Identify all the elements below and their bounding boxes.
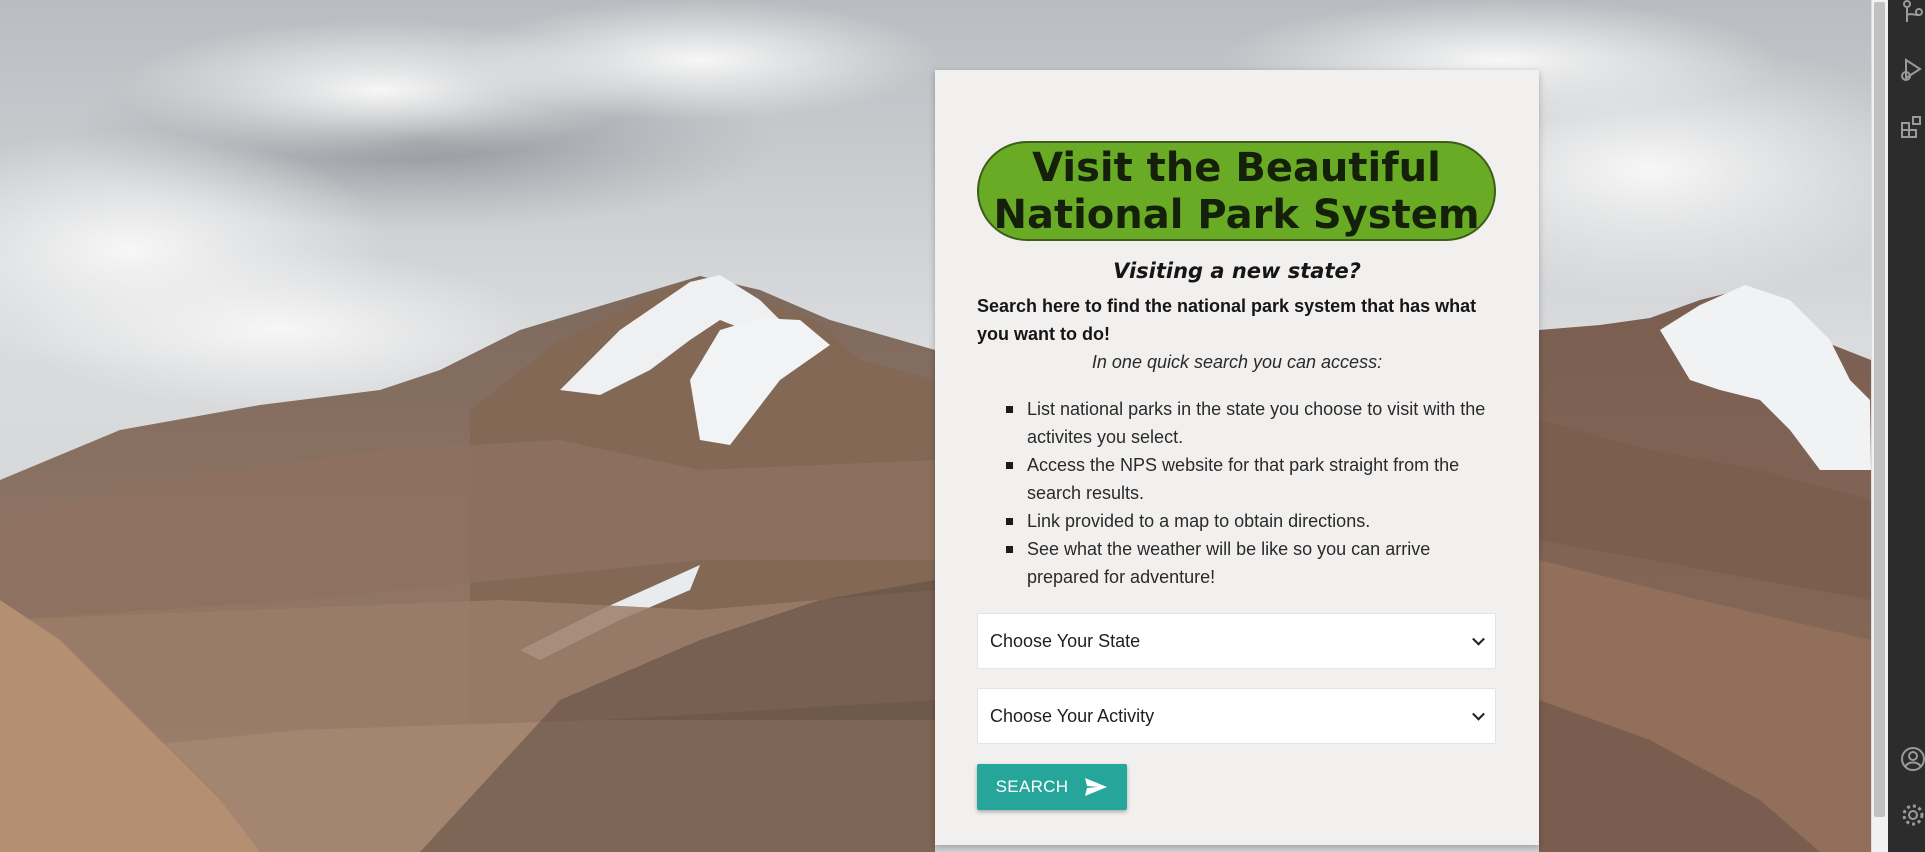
extensions-icon[interactable] [1900, 113, 1925, 139]
page-title: Visit the Beautiful National Park System [977, 141, 1496, 241]
bullet-icon [1006, 406, 1013, 413]
account-icon[interactable] [1900, 746, 1925, 772]
source-control-icon[interactable] [1900, 0, 1925, 26]
bullet-icon [1006, 518, 1013, 525]
list-item: Link provided to a map to obtain directi… [1006, 507, 1487, 535]
subtitle: Visiting a new state? [1113, 259, 1361, 283]
settings-gear-icon[interactable] [1900, 802, 1925, 828]
lead-text: Search here to find the national park sy… [977, 296, 1477, 344]
access-intro: In one quick search you can access: [1091, 352, 1383, 372]
chevron-down-icon [1472, 707, 1485, 721]
list-item: Access the NPS website for that park str… [1006, 451, 1487, 507]
state-select-value: Choose Your State [990, 630, 1141, 651]
title-line-2: National Park System [993, 192, 1480, 238]
title-line-1: Visit the Beautiful [1032, 145, 1441, 191]
page-scrollbar-thumb[interactable] [1874, 2, 1885, 817]
search-card: Visit the Beautiful National Park System… [935, 70, 1539, 845]
list-item: List national parks in the state you cho… [1006, 395, 1487, 451]
activity-select[interactable]: Choose Your Activity [977, 688, 1496, 744]
activity-select-value: Choose Your Activity [990, 705, 1155, 726]
run-debug-icon[interactable] [1900, 56, 1925, 82]
feature-list: List national parks in the state you cho… [977, 395, 1497, 591]
chevron-down-icon [1472, 632, 1485, 646]
list-item: See what the weather will be like so you… [1006, 535, 1487, 591]
search-button-label: SEARCH [995, 777, 1069, 796]
state-select[interactable]: Choose Your State [977, 613, 1496, 669]
send-icon [1085, 778, 1108, 796]
bullet-icon [1006, 546, 1013, 553]
search-button[interactable]: SEARCH [977, 764, 1127, 810]
bullet-icon [1006, 462, 1013, 469]
